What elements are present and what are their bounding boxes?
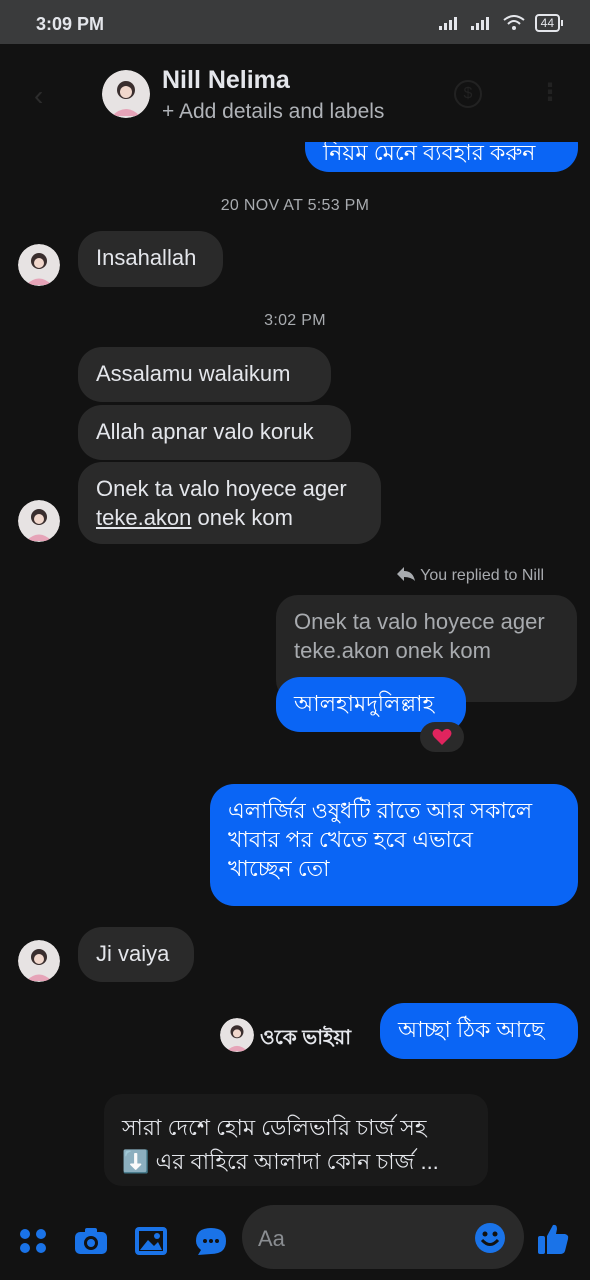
contact-name[interactable]: Nill Nelima: [162, 66, 290, 95]
quoted-text: Onek ta valo hoyece ager: [294, 609, 545, 634]
add-details-link[interactable]: + Add details and labels: [162, 100, 384, 124]
preview-text: সারা দেশে হোম ডেলিভারি চার্জ সহ ⬇️ এর বা…: [122, 1111, 439, 1179]
message-text: নিয়ম মেনে ব্যবহার করুন: [323, 140, 536, 165]
status-bar: 3:09 PM 44: [0, 0, 590, 44]
message-incoming[interactable]: Allah apnar valo koruk: [78, 405, 351, 460]
message-input-placeholder: Aa: [258, 1226, 285, 1251]
quoted-text: teke.akon onek kom: [294, 638, 491, 663]
message-incoming[interactable]: Assalamu walaikum: [78, 347, 331, 402]
gallery-icon[interactable]: [134, 1226, 168, 1256]
reply-label: You replied to Nill: [396, 566, 544, 585]
dollar-icon[interactable]: $: [454, 80, 482, 108]
sender-avatar[interactable]: [18, 244, 60, 286]
message-text: Assalamu walaikum: [96, 361, 291, 386]
preview-line: ⬇️ এর বাহিরে আলাদা কোন চার্জ ...: [122, 1149, 439, 1174]
message-text: Onek ta valo hoyece ager: [96, 476, 347, 501]
menu-icon[interactable]: [16, 1226, 50, 1256]
sender-avatar[interactable]: [18, 500, 60, 542]
wifi-icon: [503, 15, 525, 30]
sender-avatar[interactable]: [18, 940, 60, 982]
message-incoming[interactable]: Insahallah: [78, 231, 223, 287]
emoji-icon[interactable]: [474, 1222, 506, 1254]
message-outgoing[interactable]: আচ্ছা ঠিক আছে: [380, 1003, 578, 1059]
timestamp: 3:02 PM: [264, 312, 326, 329]
status-time: 3:09 PM: [36, 14, 105, 34]
seen-text: ওকে ভাইয়া: [260, 1027, 351, 1049]
signal-icon-2: [470, 17, 489, 30]
message-text: onek kom: [191, 505, 293, 530]
message-incoming[interactable]: Ji vaiya: [78, 927, 194, 982]
camera-icon[interactable]: [74, 1226, 108, 1256]
message-text: খাবার পর খেতে হবে এভাবে: [228, 827, 473, 852]
message-text: Allah apnar valo koruk: [96, 419, 314, 444]
message-outgoing[interactable]: এলার্জির ওষুধটি রাতে আর সকালে খাবার পর খ…: [210, 784, 578, 906]
battery-indicator: 44: [534, 14, 564, 32]
message-text: Ji vaiya: [96, 941, 170, 966]
message-text: আলহামদুলিল্লাহ: [294, 691, 435, 716]
like-icon[interactable]: [536, 1222, 570, 1256]
back-icon[interactable]: ‹: [34, 80, 43, 112]
signal-icon: [438, 17, 457, 30]
chat-header: ‹ Nill Nelima + Add details and labels $…: [0, 44, 590, 142]
reaction-badge[interactable]: [420, 722, 464, 752]
message-text: খাচ্ছেন তো: [228, 856, 330, 881]
contact-avatar[interactable]: [102, 70, 150, 118]
heart-icon: [432, 728, 452, 745]
message-incoming[interactable]: Onek ta valo hoyece ager teke.akon onek …: [78, 462, 381, 544]
preview-line: সারা দেশে হোম ডেলিভারি চার্জ সহ: [122, 1115, 427, 1140]
reply-label-text: You replied to Nill: [420, 567, 545, 584]
message-text: Insahallah: [96, 245, 197, 270]
message-text-line2: teke.akon onek kom: [96, 503, 363, 532]
chat-icon[interactable]: [194, 1226, 228, 1256]
message-text: এলার্জির ওষুধটি রাতে আর সকালে: [228, 798, 533, 823]
more-icon[interactable]: ⋮: [538, 78, 562, 107]
timestamp: 20 NOV AT 5:53 PM: [220, 197, 370, 214]
message-text: আচ্ছা ঠিক আছে: [398, 1017, 545, 1042]
reply-icon: [397, 567, 415, 581]
status-icons: 44: [438, 14, 564, 32]
message-link[interactable]: teke.akon: [96, 505, 191, 530]
seen-avatar: [220, 1018, 254, 1052]
